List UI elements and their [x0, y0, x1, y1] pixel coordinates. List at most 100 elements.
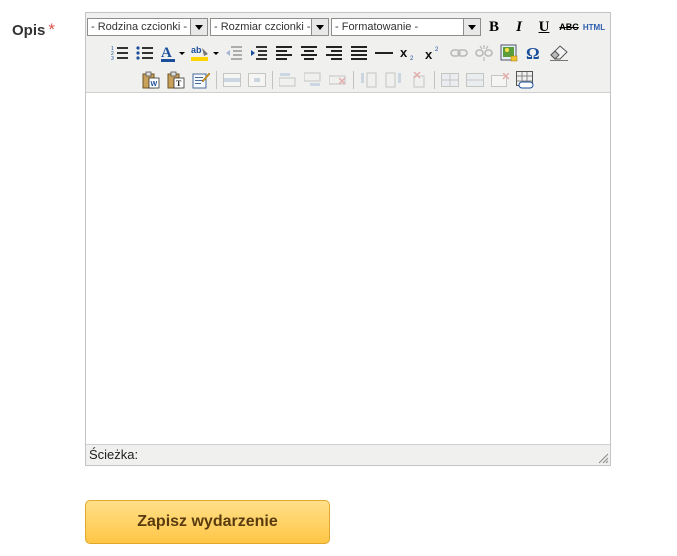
unlink-icon [475, 45, 493, 61]
format-select[interactable]: - Formatowanie - [331, 18, 481, 36]
resize-grip-icon[interactable] [597, 452, 609, 464]
split-cells-button[interactable] [439, 69, 461, 91]
bullet-list-icon [136, 46, 153, 60]
bold-button[interactable]: B [483, 16, 505, 38]
editor-content-area[interactable] [86, 93, 610, 445]
table-cell-props-button[interactable] [246, 69, 268, 91]
delete-column-icon [413, 72, 425, 88]
format-select-value: - Formatowanie - [335, 21, 419, 33]
italic-button[interactable]: I [508, 16, 530, 38]
svg-text:2: 2 [410, 56, 414, 61]
row-after-icon [304, 72, 321, 86]
remove-formatting-button[interactable] [548, 42, 570, 64]
indent-button[interactable] [248, 42, 270, 64]
underline-button[interactable]: U [533, 16, 555, 38]
split-cells-icon [441, 73, 459, 87]
toolbar-separator [353, 71, 354, 89]
table-row-icon [223, 73, 241, 87]
edit-document-icon [192, 72, 210, 89]
insert-column-before-button[interactable] [358, 69, 380, 91]
chevron-down-icon [463, 19, 480, 35]
numbered-list-button[interactable]: 1 2 3 [109, 42, 131, 64]
font-size-select[interactable]: - Rozmiar czcionki - [210, 18, 329, 36]
text-color-button[interactable]: A [159, 42, 187, 64]
col-before-icon [361, 72, 377, 88]
paste-as-text-button[interactable]: T [165, 69, 187, 91]
delete-column-button[interactable] [408, 69, 430, 91]
path-label: Ścieżka: [89, 447, 139, 462]
chevron-down-icon [311, 19, 328, 35]
toolbar-row-1: - Rodzina czcionki - - Rozmiar czcionki … [87, 16, 608, 38]
subscript-button[interactable]: x 2 [398, 42, 420, 64]
font-family-select-value: - Rodzina czcionki - [91, 21, 187, 33]
align-justify-button[interactable] [348, 42, 370, 64]
insert-row-before-button[interactable] [277, 69, 299, 91]
row-before-icon [279, 73, 296, 87]
font-size-select-value: - Rozmiar czcionki - [214, 21, 311, 33]
paste-from-word-button[interactable]: W [140, 69, 162, 91]
unlink-button[interactable] [473, 42, 495, 64]
highlight-icon: ab [191, 45, 219, 61]
eraser-icon [550, 45, 568, 61]
insert-table-button[interactable] [514, 69, 536, 91]
svg-text:x: x [425, 47, 433, 61]
rich-text-editor: - Rodzina czcionki - - Rozmiar czcionki … [85, 12, 611, 466]
insert-row-after-button[interactable] [302, 69, 324, 91]
image-icon [500, 44, 518, 62]
editor-statusbar: Ścieżka: [86, 444, 610, 465]
outdent-button[interactable] [223, 42, 245, 64]
numbered-list-icon: 1 2 3 [111, 46, 128, 61]
align-center-button[interactable] [298, 42, 320, 64]
editor-toolbar: - Rodzina czcionki - - Rozmiar czcionki … [86, 13, 610, 93]
delete-row-icon [329, 75, 346, 85]
align-justify-icon [351, 46, 367, 60]
insert-column-after-button[interactable] [383, 69, 405, 91]
omega-icon: Ω [526, 45, 540, 61]
save-event-button[interactable]: Zapisz wydarzenie [85, 500, 330, 544]
paste-word-icon: W [142, 71, 160, 89]
svg-text:A: A [161, 45, 172, 61]
toolbar-separator [216, 71, 217, 89]
superscript-icon: x 2 [425, 47, 439, 61]
horizontal-rule-button[interactable] [373, 42, 395, 64]
chevron-down-icon [190, 19, 207, 35]
delete-row-button[interactable] [327, 69, 349, 91]
merge-cells-icon [466, 73, 484, 87]
toolbar-row-2: 1 2 3 A ab x 2 x 2 Ω [109, 42, 573, 64]
outdent-icon [226, 46, 242, 60]
indent-icon [251, 46, 267, 60]
delete-table-icon [491, 73, 509, 87]
merge-cells-button[interactable] [464, 69, 486, 91]
align-right-button[interactable] [323, 42, 345, 64]
edit-document-button[interactable] [190, 69, 212, 91]
insert-link-button[interactable] [448, 42, 470, 64]
svg-text:T: T [176, 79, 182, 88]
special-character-button[interactable]: Ω [523, 42, 545, 64]
field-label: Opis * [12, 20, 55, 40]
align-left-icon [276, 46, 292, 60]
html-source-button[interactable]: HTML [583, 16, 605, 38]
toolbar-separator [272, 71, 273, 89]
highlight-color-button[interactable]: ab [190, 42, 220, 64]
superscript-button[interactable]: x 2 [423, 42, 445, 64]
svg-text:3: 3 [111, 56, 114, 61]
table-row-props-button[interactable] [221, 69, 243, 91]
table-cell-icon [248, 73, 266, 87]
strikethrough-button[interactable]: ABC [558, 16, 580, 38]
svg-text:x: x [400, 45, 408, 60]
align-left-button[interactable] [273, 42, 295, 64]
toolbar-row-3: W T [140, 69, 539, 91]
delete-table-button[interactable] [489, 69, 511, 91]
insert-image-button[interactable] [498, 42, 520, 64]
col-after-icon [385, 72, 401, 88]
font-family-select[interactable]: - Rodzina czcionki - [87, 18, 208, 36]
svg-text:Ω: Ω [526, 45, 540, 61]
insert-table-icon [516, 71, 534, 89]
subscript-icon: x 2 [400, 45, 414, 61]
align-center-icon [301, 46, 317, 60]
align-right-icon [326, 46, 342, 60]
bullet-list-button[interactable] [134, 42, 156, 64]
toolbar-separator [434, 71, 435, 89]
horizontal-rule-icon [375, 52, 393, 54]
svg-text:ab: ab [191, 45, 202, 55]
